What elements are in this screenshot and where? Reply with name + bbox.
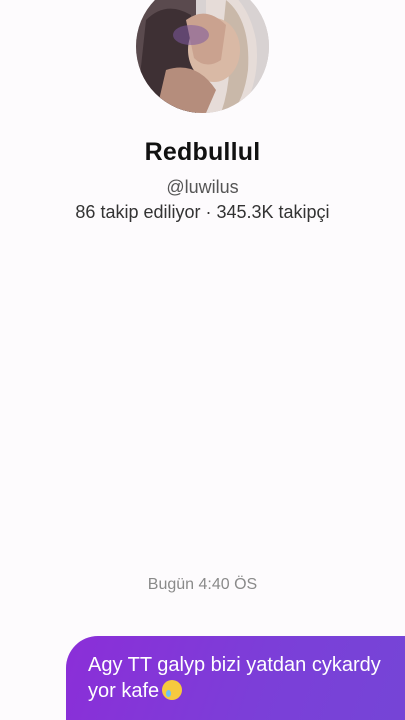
message-text-line-2-text: yor kafe	[88, 680, 160, 702]
message-timestamp: Bugün 4:40 ÖS	[147, 576, 258, 593]
dm-thread-screen: Redbullul @luwilus 86 takip ediliyor · 3…	[0, 0, 405, 720]
profile-follow-stats: 86 takip ediliyor · 345.3K takipçi	[75, 202, 330, 222]
sent-message-bubble[interactable]: Agy TT galyp bizi yatdan cykardy yor kaf…	[66, 636, 405, 720]
profile-username: @luwilus	[166, 177, 239, 197]
message-text-line-2: yor kafe	[88, 678, 405, 704]
crying-face-emoji-icon	[162, 680, 183, 700]
profile-avatar[interactable]	[136, 0, 269, 113]
profile-display-name[interactable]: Redbullul	[0, 138, 405, 167]
avatar-photo	[136, 0, 269, 113]
message-text-line-1: Agy TT galyp bizi yatdan cykardy	[88, 654, 381, 676]
